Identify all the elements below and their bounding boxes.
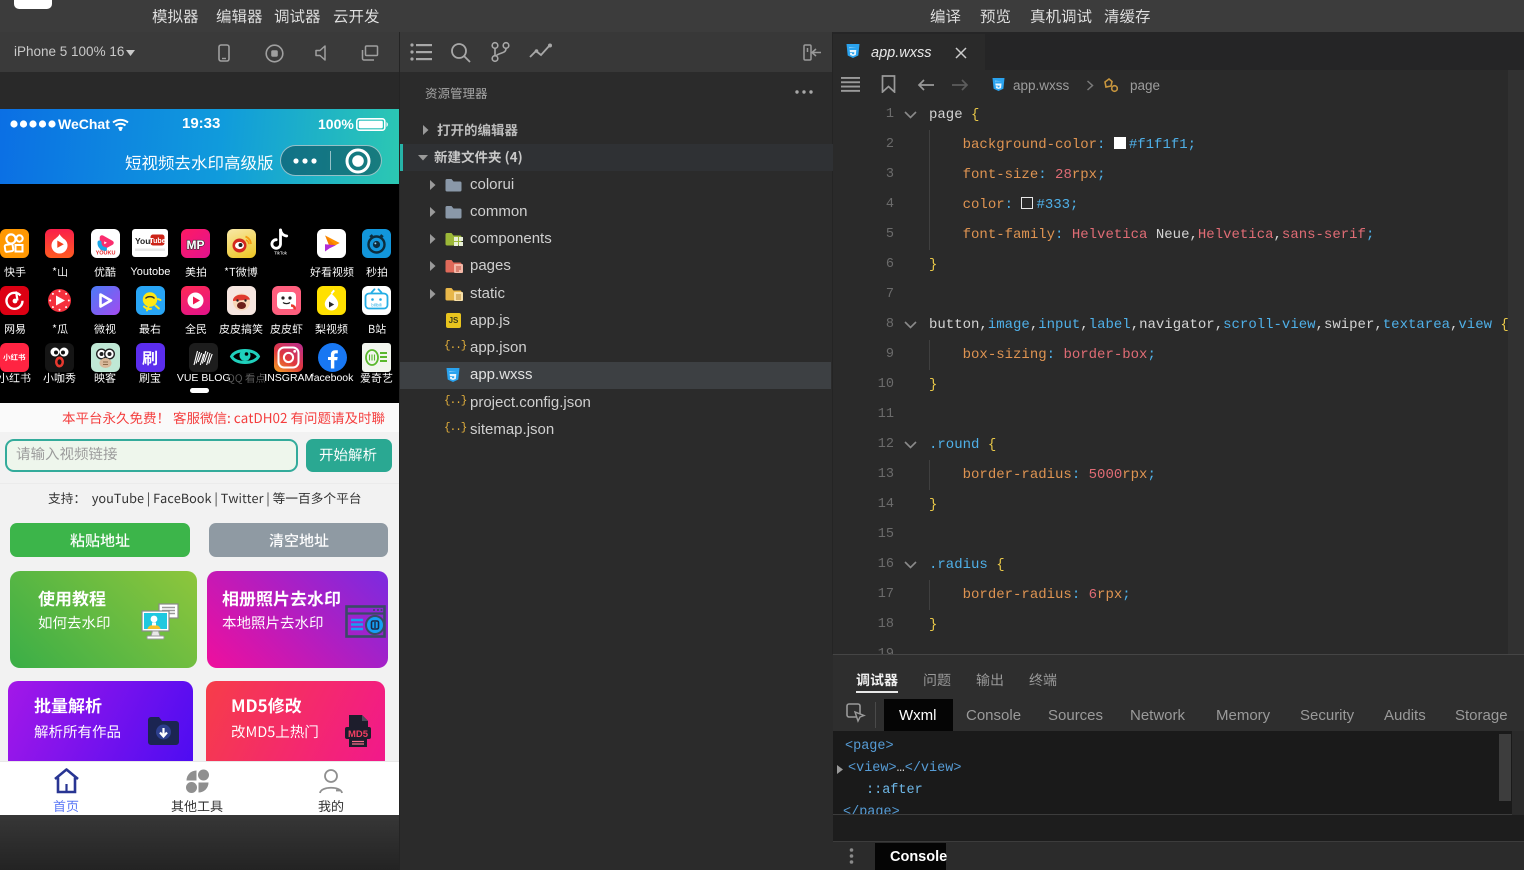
svg-text:You: You [135,236,150,246]
svg-text:Tube: Tube [150,238,166,245]
svg-text:MD5: MD5 [348,729,369,740]
svg-text:MP: MP [187,238,205,252]
svg-text:YOUKU: YOUKU [95,250,115,256]
svg-text:bilibili: bilibili [372,302,382,307]
svg-text:TikTok: TikTok [274,251,288,256]
